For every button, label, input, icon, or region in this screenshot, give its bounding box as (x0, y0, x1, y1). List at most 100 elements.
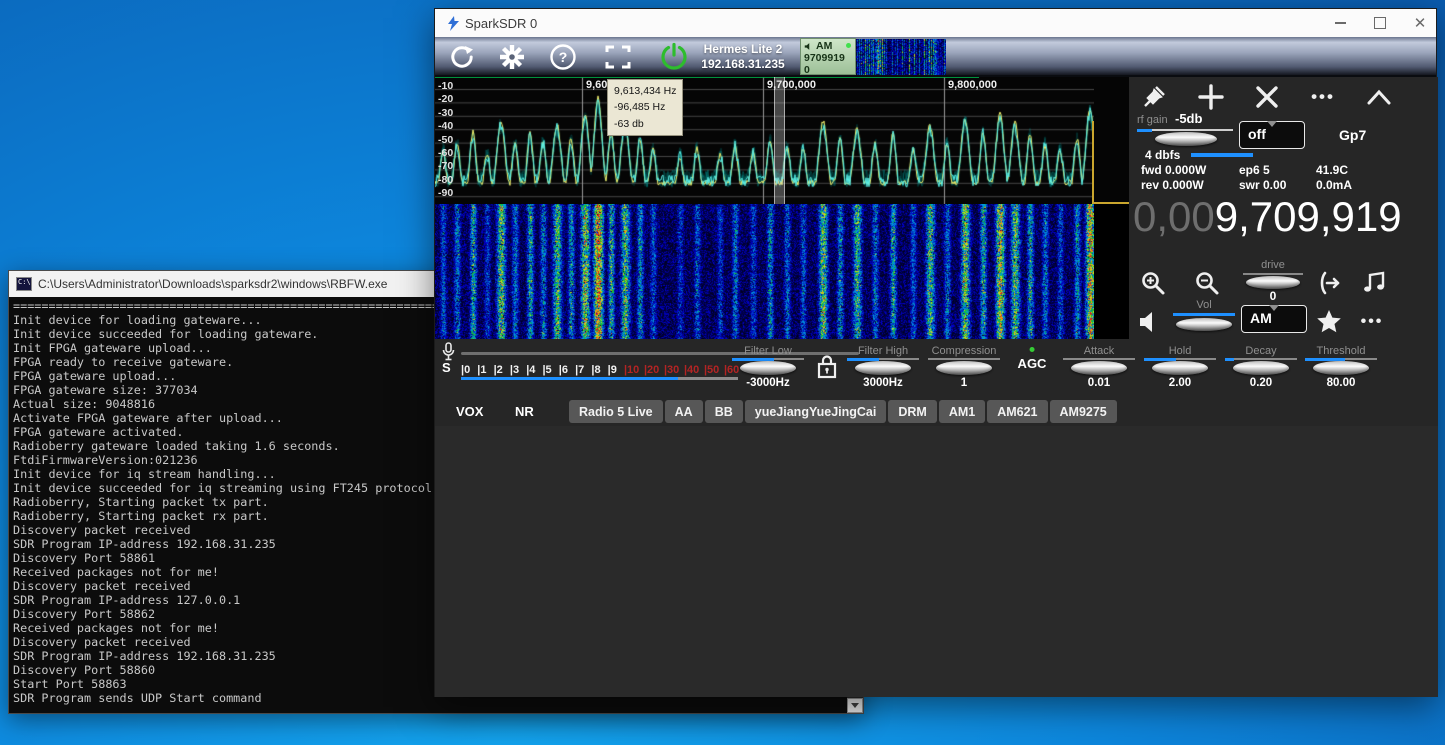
knob-value: 3000Hz (841, 377, 925, 389)
knob-filter-low[interactable]: Filter Low-3000Hz (726, 345, 810, 389)
preset-button[interactable]: AM1 (939, 400, 985, 423)
mode-select-dropdown[interactable]: AM (1241, 305, 1307, 333)
knob-dial[interactable] (1071, 361, 1127, 375)
scroll-down-button[interactable] (847, 698, 863, 713)
knob-dial[interactable] (740, 361, 796, 375)
knob-label: Threshold (1299, 345, 1383, 357)
refresh-button[interactable] (446, 41, 478, 73)
dsp-control-strip: S |0|1|2|3|4|5|6|7|8|9|10|20|30|40|50|60… (435, 339, 1438, 396)
rf-gain-knob[interactable] (1155, 132, 1217, 146)
waterfall-thumbnail[interactable] (856, 39, 946, 75)
drive-slider[interactable] (1243, 273, 1303, 275)
preset-button[interactable]: DRM (888, 400, 936, 423)
s-tick-white: |7 (575, 364, 591, 376)
s-meter-level-bar (461, 377, 678, 380)
rx-more-options-button[interactable]: ••• (1355, 313, 1389, 331)
more-options-button[interactable]: ••• (1307, 87, 1339, 107)
preset-button[interactable]: yueJiangYueJingCai (745, 400, 887, 423)
spectrum-display[interactable]: -10-20-30-40-50-60-70-80-90 9,600,0009,7… (435, 77, 1129, 204)
close-button[interactable]: ✕ (1412, 15, 1428, 31)
console-title-text: C:\Users\Administrator\Downloads\sparksd… (38, 277, 387, 291)
close-receiver-button[interactable] (1251, 81, 1283, 113)
knob-label: Filter High (841, 345, 925, 357)
frequency-label: 9,800,000 (948, 79, 997, 91)
minimize-button[interactable] (1332, 15, 1348, 31)
preset-button[interactable]: AM621 (987, 400, 1047, 423)
preset-button[interactable]: BB (705, 400, 743, 423)
knob-filter-high[interactable]: Filter High 3000Hz (841, 345, 925, 389)
vol-knob[interactable] (1176, 318, 1232, 331)
settings-button[interactable] (496, 41, 528, 73)
band-edge-marker-vertical (1092, 121, 1094, 204)
frequency-display[interactable]: 0,009,709,919 (1133, 193, 1402, 241)
favorite-button[interactable] (1315, 307, 1343, 335)
tx-route-button[interactable] (1315, 269, 1343, 297)
s-meter-label: S (442, 360, 451, 375)
preset-button[interactable]: AA (665, 400, 703, 423)
fullscreen-button[interactable] (602, 41, 634, 73)
knob-hold[interactable]: Hold2.00 (1138, 345, 1222, 389)
knob-value: 1 (922, 377, 1006, 389)
sparksdr-titlebar[interactable]: SparkSDR 0 ✕ (435, 9, 1436, 37)
agc-toggle[interactable]: AGC (1018, 347, 1047, 371)
filter-lock-button[interactable] (815, 353, 839, 381)
help-icon: ? (549, 43, 577, 71)
knob-dial[interactable] (1233, 361, 1289, 375)
knob-decay[interactable]: Decay0.20 (1219, 345, 1303, 389)
knob-dial[interactable] (1152, 361, 1208, 375)
tuning-cursor[interactable] (774, 77, 785, 204)
audio-stream-button[interactable] (1361, 267, 1389, 297)
preset-row: VOX NR Radio 5 LiveAABByueJiangYueJingCa… (435, 396, 1438, 426)
nr-toggle[interactable]: NR (515, 404, 534, 419)
pin-button[interactable] (1139, 83, 1169, 111)
vox-toggle[interactable]: VOX (456, 404, 483, 419)
agc-label: AGC (1018, 356, 1047, 371)
power-button[interactable] (658, 41, 690, 73)
stat-temp: 41.9C (1316, 163, 1348, 177)
waterfall-canvas[interactable] (435, 204, 1094, 339)
knob-compression[interactable]: Compression1 (922, 345, 1006, 389)
knob-threshold[interactable]: Threshold80.00 (1299, 345, 1383, 389)
drive-knob[interactable] (1246, 276, 1300, 289)
preset-button[interactable]: Radio 5 Live (569, 400, 663, 423)
maximize-button[interactable] (1372, 15, 1388, 31)
knob-dial[interactable] (936, 361, 992, 375)
waterfall-display[interactable] (435, 204, 1129, 339)
receiver-badge[interactable]: AM 9709919 0 (800, 38, 856, 75)
fullscreen-icon (604, 44, 632, 70)
db-label: -20 (438, 93, 453, 105)
collapse-button[interactable] (1363, 83, 1395, 111)
knob-label: Decay (1219, 345, 1303, 357)
db-label: -50 (438, 134, 453, 146)
stat-rev: rev 0.000W (1141, 178, 1204, 192)
rf-gain-slider[interactable] (1137, 129, 1233, 131)
drive-value: 0 (1243, 289, 1303, 303)
vol-slider[interactable] (1173, 313, 1235, 316)
refresh-icon (448, 43, 476, 71)
mute-button[interactable] (1137, 309, 1163, 335)
frequency-active-digits: 9,709,919 (1215, 193, 1402, 240)
frequency-tooltip: 9,613,434 Hz -96,485 Hz -63 db (607, 79, 683, 136)
s-tick-white: |8 (591, 364, 607, 376)
spectrum-canvas[interactable] (435, 77, 1094, 204)
gpio-label: Gp7 (1339, 127, 1366, 143)
zoom-out-icon (1194, 270, 1220, 296)
s-tick-white: |9 (608, 364, 624, 376)
tooltip-frequency: 9,613,434 Hz (614, 83, 676, 99)
db-label: -60 (438, 147, 453, 159)
knob-dial[interactable] (855, 361, 911, 375)
lock-icon (816, 354, 838, 380)
zoom-out-button[interactable] (1193, 269, 1221, 297)
tooltip-offset: -96,485 Hz (614, 99, 676, 115)
help-button[interactable]: ? (547, 41, 579, 73)
band-select-dropdown[interactable]: off (1239, 121, 1305, 149)
device-info[interactable]: Hermes Lite 2 192.168.31.235 (693, 42, 793, 72)
add-receiver-button[interactable] (1195, 81, 1227, 113)
preset-buttons: Radio 5 LiveAABByueJiangYueJingCaiDRMAM1… (569, 400, 1117, 423)
knob-dial[interactable] (1313, 361, 1369, 375)
s-tick-white: |5 (542, 364, 558, 376)
knob-track (847, 358, 919, 360)
zoom-in-button[interactable] (1139, 269, 1167, 297)
knob-attack[interactable]: Attack0.01 (1057, 345, 1141, 389)
preset-button[interactable]: AM9275 (1050, 400, 1117, 423)
